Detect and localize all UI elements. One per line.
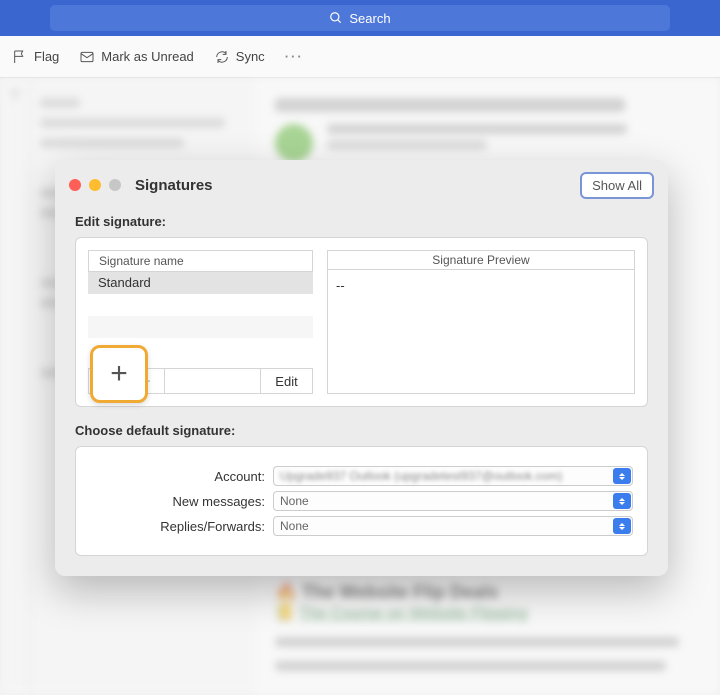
- flag-icon: [12, 49, 28, 65]
- flag-button[interactable]: Flag: [12, 49, 59, 65]
- replies-forwards-label: Replies/Forwards:: [90, 519, 265, 534]
- account-select[interactable]: Upgrade937 Outlook (upgradetest937@outlo…: [273, 466, 633, 486]
- show-all-button[interactable]: Show All: [580, 172, 654, 199]
- dialog-title: Signatures: [135, 177, 580, 194]
- filter-icon: [8, 88, 22, 102]
- plus-icon: +: [110, 359, 128, 389]
- search-icon: [329, 11, 343, 25]
- mail-icon: [79, 49, 95, 65]
- mark-unread-button[interactable]: Mark as Unread: [79, 49, 193, 65]
- bg-deal-heading: 🔥 The Website Flip Deals: [275, 582, 700, 603]
- window-controls: [69, 179, 121, 191]
- default-signature-panel: Account: Upgrade937 Outlook (upgradetest…: [75, 446, 648, 556]
- edit-signature-label: Edit signature:: [55, 214, 668, 229]
- sync-button[interactable]: Sync: [214, 49, 265, 65]
- sync-icon: [214, 49, 230, 65]
- close-window-button[interactable]: [69, 179, 81, 191]
- replies-forwards-select[interactable]: None: [273, 516, 633, 536]
- bg-course-link: The Course on Website Flipping: [299, 605, 527, 622]
- sync-label: Sync: [236, 49, 265, 64]
- new-messages-value: None: [280, 494, 309, 508]
- add-signature-highlight[interactable]: +: [90, 345, 148, 403]
- edit-signature-button[interactable]: Edit: [260, 369, 312, 393]
- more-button[interactable]: ···: [285, 49, 304, 64]
- preview-body: --: [328, 270, 634, 393]
- minimize-window-button[interactable]: [89, 179, 101, 191]
- preview-header: Signature Preview: [328, 251, 634, 270]
- unread-label: Mark as Unread: [101, 49, 193, 64]
- new-messages-select[interactable]: None: [273, 491, 633, 511]
- chevron-updown-icon: [613, 493, 631, 509]
- choose-default-label: Choose default signature:: [55, 423, 668, 438]
- toolbar: Flag Mark as Unread Sync ···: [0, 36, 720, 78]
- account-value: Upgrade937 Outlook (upgradetest937@outlo…: [280, 469, 562, 483]
- flag-label: Flag: [34, 49, 59, 64]
- search-placeholder: Search: [349, 11, 390, 26]
- signature-name-header: Signature name: [88, 250, 313, 272]
- signature-row-empty: [88, 294, 313, 316]
- replies-forwards-value: None: [280, 519, 309, 533]
- search-input[interactable]: Search: [50, 5, 670, 31]
- edit-signature-panel: Signature name Standard + − Edit Signatu…: [75, 237, 648, 407]
- chevron-updown-icon: [613, 518, 631, 534]
- new-messages-label: New messages:: [90, 494, 265, 509]
- signatures-dialog: Signatures Show All Edit signature: Sign…: [55, 160, 668, 576]
- chevron-updown-icon: [613, 468, 631, 484]
- account-label: Account:: [90, 469, 265, 484]
- zoom-window-button[interactable]: [109, 179, 121, 191]
- signature-row-empty: [88, 316, 313, 338]
- signature-row-standard[interactable]: Standard: [88, 272, 313, 294]
- signature-preview-panel: Signature Preview --: [327, 250, 635, 394]
